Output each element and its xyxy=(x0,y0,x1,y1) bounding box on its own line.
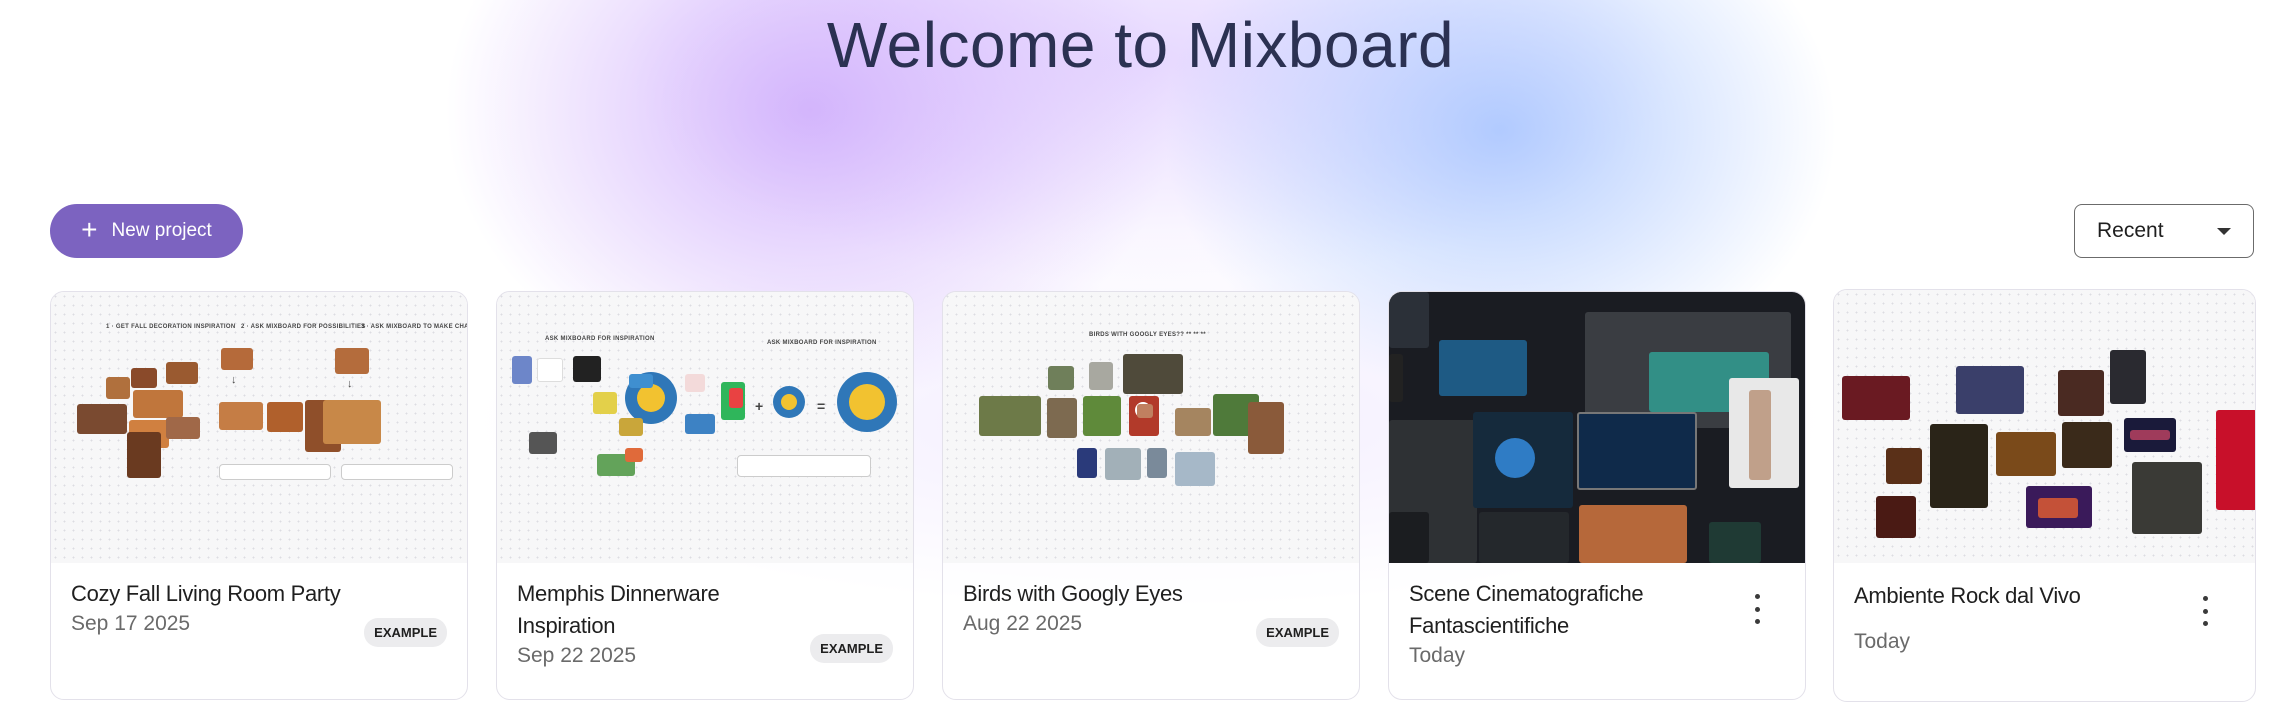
project-title: Memphis Dinnerware Inspiration xyxy=(517,581,720,638)
project-card[interactable]: Scene Cinematografiche Fantascientifiche… xyxy=(1388,291,1806,700)
sort-dropdown[interactable]: Recent xyxy=(2074,204,2254,258)
project-title: Birds with Googly Eyes xyxy=(963,581,1183,606)
project-title: Scene Cinematografiche Fantascientifiche xyxy=(1409,581,1644,638)
example-badge: EXAMPLE xyxy=(1256,618,1339,647)
new-project-button[interactable]: + New project xyxy=(50,204,243,258)
project-title: Cozy Fall Living Room Party xyxy=(71,581,341,606)
project-thumbnail: 1 · GET FALL DECORATION INSPIRATION 2 · … xyxy=(51,292,467,563)
example-badge: EXAMPLE xyxy=(810,634,893,663)
project-thumbnail xyxy=(1389,292,1805,563)
sort-selected-value: Recent xyxy=(2097,219,2164,242)
project-card[interactable]: 1 · GET FALL DECORATION INSPIRATION 2 · … xyxy=(50,291,468,700)
new-project-label: New project xyxy=(111,220,212,241)
example-badge: EXAMPLE xyxy=(364,618,447,647)
more-options-icon[interactable] xyxy=(2195,596,2215,626)
project-card[interactable]: ASK MIXBOARD FOR INSPIRATION ASK MIXBOAR… xyxy=(496,291,914,700)
project-card[interactable]: BIRDS WITH GOOGLY EYES?? ** ** ** Birds … xyxy=(942,291,1360,700)
project-thumbnail: ASK MIXBOARD FOR INSPIRATION ASK MIXBOAR… xyxy=(497,292,913,563)
project-thumbnail xyxy=(1834,290,2255,563)
project-date: Today xyxy=(1409,644,1466,667)
project-card[interactable]: Ambiente Rock dal Vivo Today xyxy=(1833,289,2256,702)
chevron-down-icon xyxy=(2217,227,2231,235)
project-thumbnail: BIRDS WITH GOOGLY EYES?? ** ** ** xyxy=(943,292,1359,563)
more-options-icon[interactable] xyxy=(1747,594,1767,624)
project-title: Ambiente Rock dal Vivo xyxy=(1854,583,2081,608)
project-date: Today xyxy=(1854,630,1911,653)
page-title: Welcome to Mixboard xyxy=(826,9,1455,81)
plus-icon: + xyxy=(81,213,98,245)
